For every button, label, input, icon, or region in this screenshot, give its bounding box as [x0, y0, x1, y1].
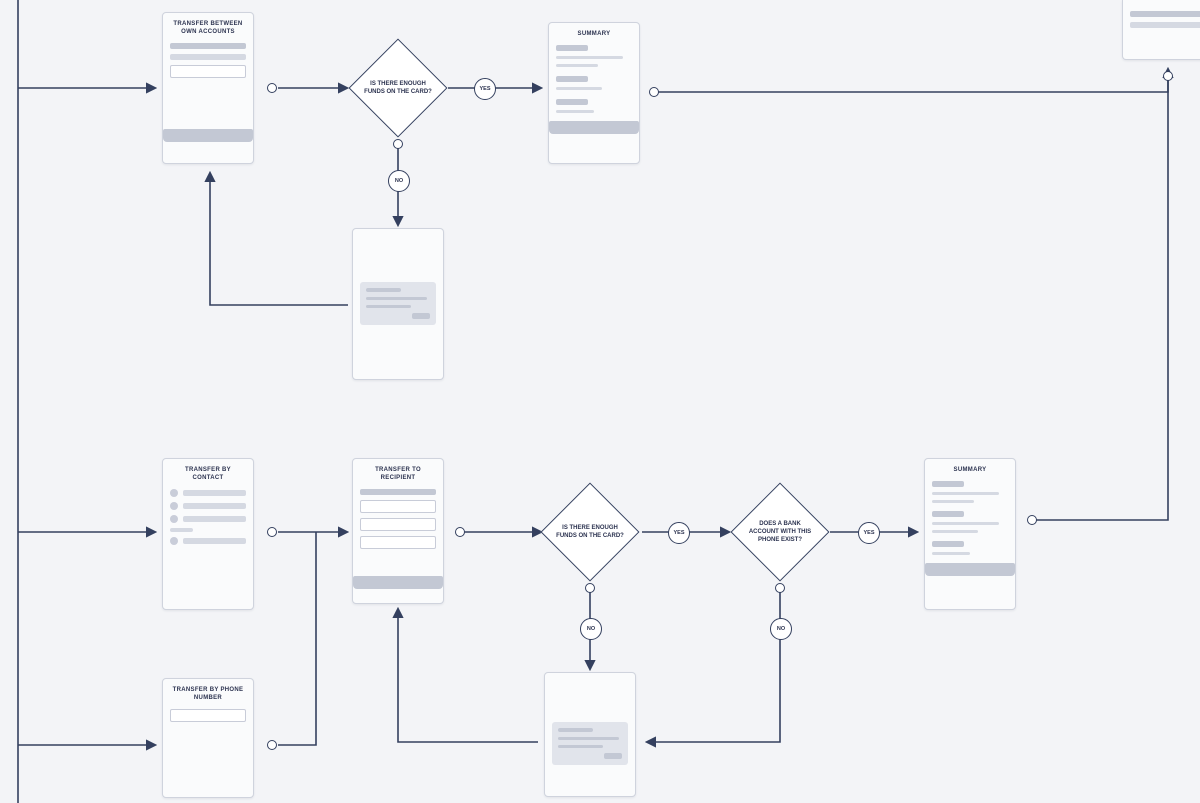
badge-no: NO	[770, 618, 792, 640]
port	[267, 527, 277, 537]
screen-title: TRANSFER BY PHONE NUMBER	[170, 686, 246, 702]
port	[775, 583, 785, 593]
screen-title: TRANSFER BY CONTACT	[170, 466, 246, 482]
screen-error-1	[352, 228, 444, 380]
port	[585, 583, 595, 593]
screen-transfer-phone: TRANSFER BY PHONE NUMBER	[162, 678, 254, 798]
screen-offscreen-right	[1122, 0, 1200, 60]
flowchart-canvas: TRANSFER BETWEEN OWN ACCOUNTS IS THERE E…	[0, 0, 1200, 803]
screen-transfer-recipient: TRANSFER TO RECIPIENT	[352, 458, 444, 604]
port	[267, 83, 277, 93]
port	[1027, 515, 1037, 525]
decision-label: IS THERE ENOUGH FUNDS ON THE CARD?	[554, 524, 626, 540]
decision-label: IS THERE ENOUGH FUNDS ON THE CARD?	[362, 80, 434, 96]
screen-summary-1: SUMMARY	[548, 22, 640, 164]
screen-title: SUMMARY	[932, 466, 1008, 474]
decision-bank-exists: DOES A BANK ACCOUNT WITH THIS PHONE EXIS…	[732, 484, 828, 580]
screen-summary-2: SUMMARY	[924, 458, 1016, 610]
screen-title: TRANSFER BETWEEN OWN ACCOUNTS	[170, 20, 246, 36]
screen-error-2	[544, 672, 636, 797]
decision-label: DOES A BANK ACCOUNT WITH THIS PHONE EXIS…	[744, 520, 816, 544]
decision-funds-2: IS THERE ENOUGH FUNDS ON THE CARD?	[542, 484, 638, 580]
port	[393, 139, 403, 149]
port	[649, 87, 659, 97]
port	[1163, 71, 1173, 81]
screen-transfer-contact: TRANSFER BY CONTACT	[162, 458, 254, 610]
badge-no: NO	[580, 618, 602, 640]
badge-yes: YES	[474, 78, 496, 100]
port	[455, 527, 465, 537]
port	[267, 740, 277, 750]
badge-no: NO	[388, 170, 410, 192]
screen-title: SUMMARY	[556, 30, 632, 38]
badge-yes: YES	[668, 522, 690, 544]
screen-transfer-own: TRANSFER BETWEEN OWN ACCOUNTS	[162, 12, 254, 164]
decision-funds-1: IS THERE ENOUGH FUNDS ON THE CARD?	[350, 40, 446, 136]
badge-yes: YES	[858, 522, 880, 544]
screen-title: TRANSFER TO RECIPIENT	[360, 466, 436, 482]
